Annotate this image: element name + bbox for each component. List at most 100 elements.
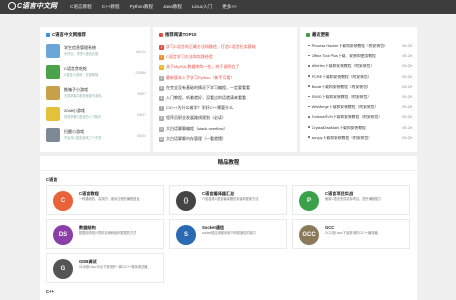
top10-item[interactable]: 5 在完全没有基础的情况下学习编程，一定要看看 — [159, 85, 250, 92]
bullet-icon — [308, 54, 310, 57]
latest-item[interactable]: WinHex下载和安装教程（附安装包） 09-29 — [308, 64, 412, 71]
top10-link[interactable]: 最新版本入手学习Python（新手可看） — [166, 75, 234, 80]
top10-item[interactable]: 3 关于MySQL数据库的一些，终于说明白了 — [159, 64, 239, 71]
course-desc: 数据结构是计算机存储和组织数据的方式 — [79, 231, 137, 235]
top10-link[interactable]: C语言学习方法和实践经验 — [166, 54, 213, 59]
view-count: 186110 — [135, 50, 146, 54]
nav-item-more[interactable]: 更多>> — [222, 4, 237, 10]
rank-badge: 5 — [159, 85, 164, 91]
nav-item-c[interactable]: C语言教程 — [70, 4, 92, 10]
latest-date: 09-29 — [402, 135, 412, 140]
latest-date: 09-29 — [402, 105, 412, 110]
top10-link[interactable]: 在完全没有基础的情况下学习编程，一定要看看 — [166, 85, 250, 90]
top10-item[interactable]: 9 大白话聊聊编程（stack overflow） — [159, 126, 227, 133]
recommend-item[interactable]: 扫雷小游戏 不会写C语言游戏三个东西 66534 — [46, 128, 146, 146]
course-card[interactable]: G GDB调试 GDB是Linux平台下常用的一款C/C++程序调试器。 — [46, 253, 164, 283]
course-icon: S — [176, 225, 196, 245]
latest-item[interactable]: WinMerge下载和安装教程（附安装包） 09-29 — [308, 105, 412, 112]
nav-item-linux[interactable]: Linux入门 — [192, 4, 212, 10]
bullet-icon — [308, 85, 310, 87]
latest-date: 09-29 — [402, 84, 412, 89]
latest-link[interactable]: SWIG下载和安装教程（附安装包） — [312, 95, 396, 100]
rank-badge: 4 — [159, 75, 164, 81]
top10-item[interactable]: 8 程序员职业发展路线规划（必读） — [159, 115, 226, 122]
flag-icon — [46, 32, 50, 37]
latest-item[interactable]: Office Tool Plus下载、安装和使用教程 09-29 — [308, 54, 412, 61]
latest-item[interactable]: Process Hacker下载和安装教程（附安装包） 09-29 — [308, 44, 412, 51]
top10-title: 推荐阅读TOP10 — [159, 32, 196, 38]
top10-link[interactable]: 关于MySQL数据库的一些，终于说明白了 — [166, 64, 239, 69]
recommend-desc: C语言小游戏，无需基础 — [64, 72, 99, 77]
logo-icon — [8, 2, 16, 11]
top10-item[interactable]: 2 C语言学习方法和实践经验 — [159, 54, 213, 61]
recommend-desc: 不会写C语言游戏三个东西 — [64, 135, 102, 140]
latest-link[interactable]: scrcpy下载和安装教程（附安装包） — [312, 136, 396, 141]
top10-panel: 推荐阅读TOP10 1 学习C语言的正确方法和路径，打造C语言扎实基础 2 C语言学习… — [153, 27, 297, 152]
latest-item[interactable]: Boost下载和安装教程（附安装包） 09-29 — [308, 85, 412, 92]
course-desc: 一种通用的、高效的、面向过程的编程语言。 — [79, 197, 143, 201]
top10-link[interactable]: 大白话聊聊编程（stack overflow） — [166, 126, 227, 131]
top10-link[interactable]: 大白话聊聊内存管理（一看就懂） — [166, 136, 226, 141]
course-card[interactable]: DS 数据结构 数据结构是计算机存储和组织数据的方式 — [46, 219, 164, 249]
top10-item[interactable]: 7 C/C++为什么难学？学好C++需要什么 — [159, 105, 233, 112]
top10-link[interactable]: 程序员职业发展路线规划（必读） — [166, 115, 226, 120]
site-logo[interactable]: C语言中文网 — [8, 1, 57, 13]
bullet-icon — [308, 116, 310, 118]
latest-link[interactable]: PCRE下载和安装教程（附安装包） — [312, 75, 396, 80]
latest-link[interactable]: TortoiseSVN下载和安装教程（附安装包） — [312, 115, 396, 120]
top10-link[interactable]: C/C++为什么难学？学好C++需要什么 — [166, 105, 233, 110]
course-card[interactable]: GCC GCC GCC是Linux下最常用的C/C++编译器。 — [292, 219, 410, 249]
latest-item[interactable]: PCRE下载和安装教程（附安装包） 09-29 — [308, 75, 412, 82]
recommend-item[interactable]: 2048小游戏 仅需掌握C语言的入门知识 80617 — [46, 107, 146, 125]
recommend-thumbnail — [46, 128, 60, 142]
latest-date: 09-29 — [402, 54, 412, 59]
bullet-icon — [308, 75, 310, 77]
latest-item[interactable]: scrcpy下载和安装教程（附安装包） 09-29 — [308, 136, 412, 143]
latest-link[interactable]: WinMerge下载和安装教程（附安装包） — [312, 105, 396, 110]
course-desc: 介绍各类C语言编译器的安装和配置方法 — [202, 197, 259, 201]
nav-item-cpp[interactable]: C++教程 — [102, 4, 120, 10]
latest-date: 09-29 — [402, 125, 412, 130]
course-card[interactable]: S Socket通信 socket是应用程序用于网络通信的接口 — [169, 219, 287, 249]
top10-item[interactable]: 6 入门教程，听着就好，没看过的话就请来看看 — [159, 95, 246, 102]
recommend-item[interactable]: 推箱子小游戏 无需掌握C语言就能写游戏 95697 — [46, 86, 146, 104]
top10-item[interactable]: 4 最新版本入手学习Python（新手可看） — [159, 75, 234, 82]
course-desc: GCC是Linux下最常用的C/C++编译器。 — [325, 231, 381, 235]
recommend-item[interactable]: 学生信息管理系统 大作业，学完C语言必做 186110 — [46, 44, 146, 62]
rank-badge: 8 — [159, 116, 164, 122]
recommend-thumbnail — [46, 86, 60, 100]
clock-icon — [306, 32, 310, 37]
recommend-item[interactable]: C语言贪吃蛇 C语言小游戏，无需基础 225886 — [46, 65, 146, 83]
latest-link[interactable]: CrystalDiskMark下载和安装教程 — [312, 126, 396, 131]
bullet-icon — [308, 136, 310, 138]
bullet-icon — [308, 126, 310, 128]
latest-link[interactable]: WinHex下载和安装教程（附安装包） — [312, 64, 396, 69]
top10-item[interactable]: 10 大白话聊聊内存管理（一看就懂） — [159, 136, 226, 143]
nav-item-java[interactable]: Java教程 — [163, 4, 182, 10]
top10-link[interactable]: 学习C语言的正确方法和路径，打造C语言扎实基础 — [166, 44, 256, 49]
main-nav: C语言教程 C++教程 Python教程 Java教程 Linux入门 更多>> — [70, 0, 247, 14]
view-count: 225886 — [135, 71, 146, 75]
course-card[interactable]: P C语言项目实战 使用C语言完成实际项目，提升编程能力 — [292, 185, 410, 215]
course-card[interactable]: {} C语言编译器汇总 介绍各类C语言编译器的安装和配置方法 — [169, 185, 287, 215]
top10-link[interactable]: 入门教程，听着就好，没看过的话就请来看看 — [166, 95, 246, 100]
recommend-panel: C语言中文网推荐 学生信息管理系统 大作业，学完C语言必做 186110 C语言贪吃蛇… — [40, 27, 150, 152]
latest-link[interactable]: Process Hacker下载和安装教程（附安装包） — [312, 44, 396, 49]
fire-icon — [159, 32, 163, 37]
course-icon: DS — [53, 225, 73, 245]
latest-date: 09-29 — [402, 115, 412, 120]
latest-link[interactable]: Office Tool Plus下载、安装和使用教程 — [312, 54, 396, 59]
course-icon: {} — [176, 191, 196, 211]
course-icon: C — [53, 191, 73, 211]
latest-item[interactable]: CrystalDiskMark下载和安装教程 09-29 — [308, 126, 412, 133]
rank-badge: 7 — [159, 106, 164, 112]
latest-item[interactable]: TortoiseSVN下载和安装教程（附安装包） 09-29 — [308, 115, 412, 122]
latest-link[interactable]: Boost下载和安装教程（附安装包） — [312, 85, 396, 90]
top10-item[interactable]: 1 学习C语言的正确方法和路径，打造C语言扎实基础 — [159, 44, 256, 51]
latest-item[interactable]: SWIG下载和安装教程（附安装包） 09-29 — [308, 95, 412, 102]
course-card[interactable]: C C语言教程 一种通用的、高效的、面向过程的编程语言。 — [46, 185, 164, 215]
bullet-icon — [308, 105, 310, 108]
nav-item-python[interactable]: Python教程 — [130, 4, 154, 10]
rank-badge: 9 — [159, 126, 164, 132]
view-count: 66534 — [137, 134, 146, 138]
